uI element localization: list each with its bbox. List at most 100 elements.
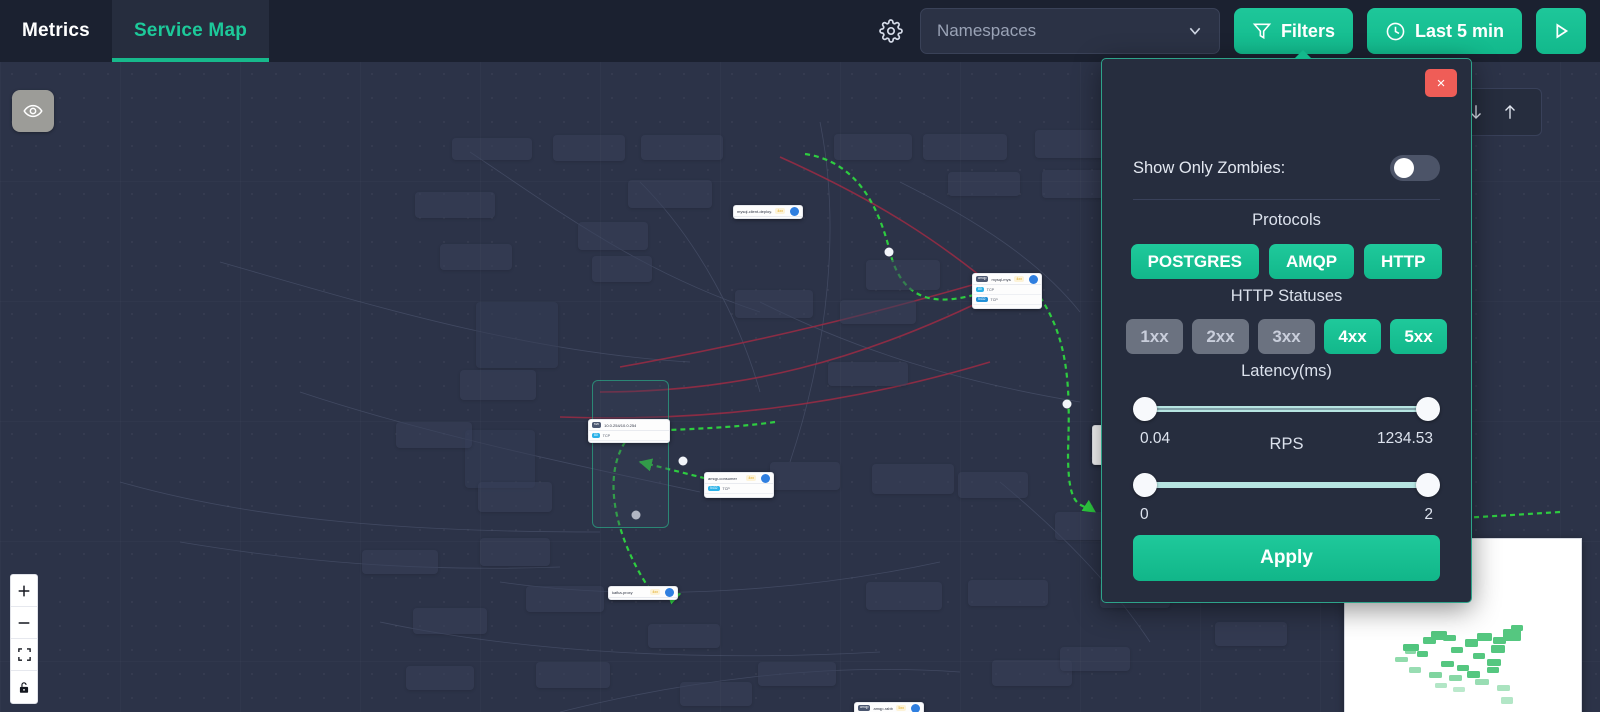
apply-button[interactable]: Apply (1133, 535, 1440, 581)
time-range-button[interactable]: Last 5 min (1366, 8, 1522, 54)
graph-node[interactable] (396, 422, 472, 448)
graph-node[interactable] (553, 135, 625, 161)
graph-node[interactable] (770, 462, 840, 490)
status-chip-5xx[interactable]: 5xx (1390, 319, 1447, 354)
service-node-name: 10.0.254/10.0.254 (604, 422, 637, 428)
graph-node[interactable] (480, 538, 550, 566)
graph-node[interactable] (1215, 622, 1287, 646)
graph-node[interactable] (592, 256, 652, 282)
service-node-header: amqp-consumer 4xx (705, 473, 773, 484)
graph-node[interactable] (362, 550, 438, 574)
protocol-chip-amqp[interactable]: AMQP (1269, 244, 1355, 279)
fit-view-button[interactable] (11, 639, 37, 671)
graph-node[interactable] (476, 302, 558, 368)
graph-node[interactable] (866, 582, 942, 610)
service-node[interactable]: svc 10.0.254/10.0.254 80 TCP (588, 419, 670, 443)
minimap-node (1491, 645, 1505, 653)
graph-node[interactable] (440, 244, 512, 270)
graph-node[interactable] (866, 260, 940, 290)
show-only-zombies-toggle[interactable] (1390, 155, 1440, 181)
graph-node[interactable] (828, 362, 908, 386)
service-node[interactable]: amqp mysql-mysql-server 4xx 80TCP 5432TC… (972, 273, 1042, 309)
fit-icon (17, 648, 31, 661)
filters-button[interactable]: Filters (1233, 8, 1353, 54)
service-node[interactable]: amqp amqp-rabbit 5xx 80TCP (854, 702, 924, 712)
graph-node[interactable] (648, 624, 720, 648)
protocol-chip-http[interactable]: HTTP (1364, 244, 1443, 279)
avatar (665, 587, 674, 597)
latency-slider[interactable] (1133, 393, 1440, 427)
minimap-node (1429, 672, 1442, 678)
service-node[interactable]: amqp-consumer 4xx 5432 TCP (704, 472, 774, 498)
latency-handle-min[interactable] (1133, 397, 1157, 421)
graph-node[interactable] (872, 464, 954, 494)
graph-node[interactable] (641, 135, 723, 160)
zoom-controls[interactable] (10, 574, 38, 704)
close-button[interactable]: × (1425, 69, 1457, 97)
graph-node[interactable] (460, 370, 536, 400)
service-node-rate: 4xx (650, 589, 660, 595)
minimap-node (1409, 667, 1421, 673)
rps-slider[interactable] (1133, 469, 1440, 503)
graph-node[interactable] (758, 662, 836, 686)
graph-node[interactable] (923, 134, 1007, 160)
node-group[interactable] (592, 380, 669, 528)
lock-button[interactable] (11, 671, 37, 703)
graph-node[interactable] (478, 482, 552, 512)
service-node-rate: 5xx (896, 705, 906, 711)
graph-node[interactable] (948, 172, 1020, 196)
service-node[interactable]: mysql-client-deploy... 4xx (733, 205, 803, 219)
toggle-visibility-button[interactable] (12, 90, 54, 132)
tab-service-map[interactable]: Service Map (111, 0, 270, 62)
graph-node[interactable] (465, 430, 535, 488)
tab-metrics[interactable]: Metrics (0, 0, 112, 62)
graph-node[interactable] (968, 580, 1048, 606)
arrow-up-icon[interactable] (1501, 101, 1519, 123)
rps-track[interactable] (1143, 482, 1430, 488)
graph-node[interactable] (578, 222, 648, 250)
play-button[interactable] (1536, 8, 1586, 54)
status-chip-3xx[interactable]: 3xx (1258, 319, 1315, 354)
latency-handle-max[interactable] (1416, 397, 1440, 421)
status-chip-2xx[interactable]: 2xx (1192, 319, 1249, 354)
graph-node[interactable] (735, 290, 813, 318)
graph-node[interactable] (840, 300, 916, 324)
graph-node[interactable] (415, 192, 495, 218)
top-bar-actions: Namespaces Filters Last 5 min (876, 0, 1600, 62)
service-node[interactable]: kafka-proxy 4xx (608, 586, 678, 600)
avatar (911, 703, 920, 712)
status-chip-4xx[interactable]: 4xx (1324, 319, 1381, 354)
minimap-node (1405, 649, 1416, 654)
protocol-label: TCP (986, 287, 994, 292)
graph-node[interactable] (1060, 647, 1130, 671)
namespaces-select[interactable]: Namespaces (919, 8, 1220, 54)
graph-node[interactable] (680, 682, 752, 706)
graph-node[interactable] (526, 586, 604, 612)
service-node-header: svc 10.0.254/10.0.254 (589, 420, 669, 431)
avatar (1029, 274, 1038, 284)
latency-track[interactable] (1143, 406, 1430, 412)
zoom-out-button[interactable] (11, 607, 37, 639)
graph-node[interactable] (406, 666, 474, 690)
port-tag: 5432 (976, 296, 988, 303)
protocol-chip-postgres[interactable]: POSTGRES (1130, 244, 1260, 279)
graph-node[interactable] (1035, 130, 1111, 158)
rps-handle-max[interactable] (1416, 473, 1440, 497)
rps-handle-min[interactable] (1133, 473, 1157, 497)
graph-node[interactable] (536, 662, 610, 688)
protocol-label: TCP (722, 486, 730, 491)
graph-node[interactable] (413, 608, 487, 634)
service-node-row: 80 TCP (973, 285, 1041, 295)
settings-button[interactable] (876, 16, 906, 46)
graph-node[interactable] (628, 180, 712, 208)
minimap-node (1511, 625, 1523, 631)
zoom-in-button[interactable] (11, 575, 37, 607)
status-chip-1xx[interactable]: 1xx (1126, 319, 1183, 354)
play-icon (1556, 23, 1569, 39)
dialog-caret (1294, 50, 1312, 59)
graph-node[interactable] (452, 138, 532, 160)
graph-node[interactable] (958, 472, 1028, 498)
graph-node[interactable] (834, 134, 912, 160)
minimap-node (1395, 657, 1408, 662)
protocols-title: Protocols (1252, 211, 1321, 229)
